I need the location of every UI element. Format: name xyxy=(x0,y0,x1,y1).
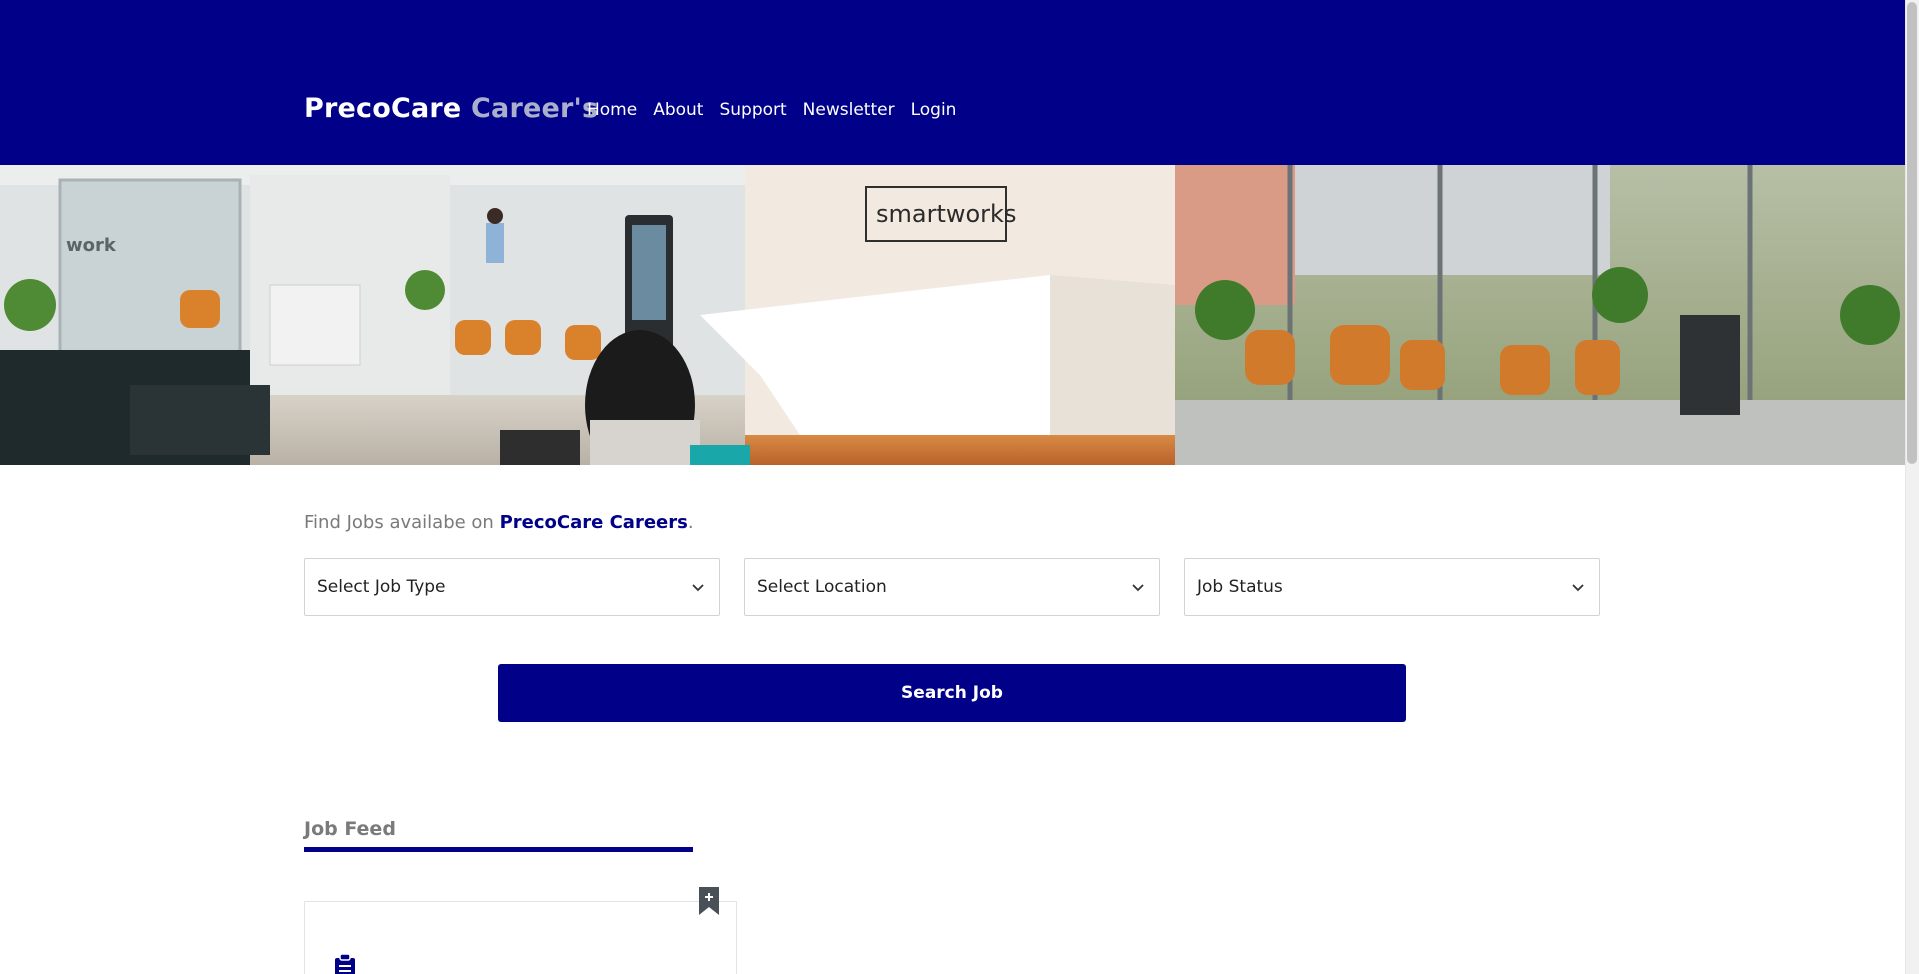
chevron-down-icon xyxy=(692,584,704,592)
chevron-down-icon xyxy=(1132,584,1144,592)
hero-wall-text: work xyxy=(66,235,117,256)
chevron-down-icon xyxy=(1572,584,1584,592)
brand-accent: Career's xyxy=(471,93,599,124)
brand-logo[interactable]: PrecoCare Career's xyxy=(304,93,598,124)
job-feed-underline xyxy=(304,847,693,852)
hero-sign-text: smartworks xyxy=(876,200,1016,228)
location-select-value: Select Location xyxy=(757,577,887,597)
find-jobs-prefix: Find Jobs availabe on xyxy=(304,512,500,533)
find-jobs-text: Find Jobs availabe on PrecoCare Careers. xyxy=(304,512,694,533)
job-status-select-value: Job Status xyxy=(1197,577,1283,597)
scrollbar-thumb[interactable] xyxy=(1907,2,1917,464)
main-nav: Home About Support Newsletter Login xyxy=(587,100,956,120)
nav-support[interactable]: Support xyxy=(719,100,786,120)
search-job-button[interactable]: Search Job xyxy=(498,664,1406,722)
nav-about[interactable]: About xyxy=(653,100,703,120)
bookmark-add-icon[interactable] xyxy=(698,886,720,916)
brand-name: PrecoCare xyxy=(304,93,462,124)
hero-banner-image: work smartworks xyxy=(0,165,1905,465)
nav-newsletter[interactable]: Newsletter xyxy=(803,100,895,120)
site-header: PrecoCare Career's Home About Support Ne… xyxy=(0,0,1905,165)
job-card[interactable] xyxy=(304,901,737,974)
location-select[interactable]: Select Location xyxy=(744,558,1160,616)
nav-login[interactable]: Login xyxy=(911,100,957,120)
job-type-select-value: Select Job Type xyxy=(317,577,446,597)
job-feed-title: Job Feed xyxy=(304,818,396,840)
page-scrollbar[interactable] xyxy=(1905,0,1919,974)
find-jobs-suffix: . xyxy=(687,512,694,533)
nav-home[interactable]: Home xyxy=(587,100,637,120)
site-name-highlight: PrecoCare Careers xyxy=(499,512,688,533)
clipboard-icon xyxy=(335,954,355,974)
job-status-select[interactable]: Job Status xyxy=(1184,558,1600,616)
job-type-select[interactable]: Select Job Type xyxy=(304,558,720,616)
